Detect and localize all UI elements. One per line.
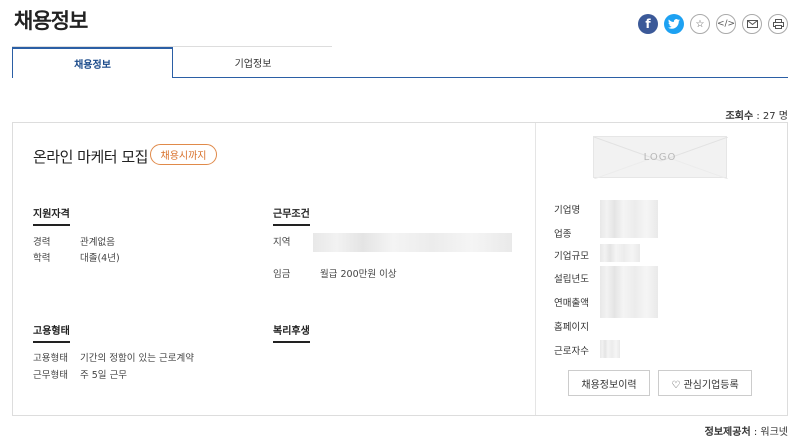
- location-label: 지역: [273, 237, 291, 248]
- code-icon[interactable]: </>: [716, 14, 736, 34]
- twitter-icon[interactable]: [664, 14, 684, 34]
- tab-company-info[interactable]: 기업정보: [173, 47, 333, 78]
- info-source: 정보제공처 : 워크넷: [705, 423, 788, 438]
- employment-heading: 고용형태: [33, 322, 70, 343]
- view-count-label: 조회수: [725, 111, 754, 122]
- company-details-redacted: [600, 266, 658, 318]
- employees-redacted: [600, 340, 620, 358]
- employment-type-label: 고용형태: [33, 353, 68, 364]
- page-title: 채용정보: [14, 9, 88, 33]
- qualifications-heading: 지원자격: [33, 205, 70, 226]
- info-source-label: 정보제공처: [704, 427, 751, 438]
- employment-type-value: 기간의 정함이 있는 근로계약: [80, 353, 194, 364]
- view-count: 조회수 : 27 명: [726, 107, 788, 122]
- print-icon[interactable]: [768, 14, 788, 34]
- facebook-icon[interactable]: f: [638, 14, 658, 34]
- work-type-value: 주 5일 근무: [80, 370, 128, 381]
- company-info-redacted: [600, 200, 658, 238]
- location-value-redacted: [313, 233, 512, 252]
- job-title: 온라인 마케터 모집: [33, 148, 148, 166]
- wage-label: 임금: [273, 269, 291, 280]
- wage-value: 월급 200만원 이상: [320, 269, 397, 280]
- career-label: 경력: [33, 237, 51, 248]
- conditions-heading: 근무조건: [273, 205, 310, 226]
- career-value: 관계없음: [80, 237, 115, 248]
- company-size-redacted: [600, 244, 640, 262]
- welfare-heading: 복리후생: [273, 322, 310, 343]
- industry-label: 업종: [554, 229, 572, 240]
- annual-sales-label: 연매출액: [554, 298, 589, 309]
- work-type-label: 근무형태: [33, 370, 68, 381]
- homepage-label: 홈페이지: [554, 322, 589, 333]
- view-count-value: : 27 명: [756, 111, 788, 122]
- education-value: 대졸(4년): [80, 253, 120, 264]
- favorite-company-button[interactable]: ♡ 관심기업등록: [658, 370, 752, 396]
- logo-text: LOGO: [643, 151, 677, 163]
- card-divider: [535, 123, 536, 415]
- job-history-button[interactable]: 채용정보이력: [568, 370, 650, 396]
- info-source-value: : 워크넷: [753, 427, 788, 438]
- company-name-label: 기업명: [554, 205, 581, 216]
- star-icon[interactable]: ☆: [690, 14, 710, 34]
- founded-year-label: 설립년도: [554, 274, 589, 285]
- company-size-label: 기업규모: [554, 251, 589, 262]
- company-logo: LOGO: [593, 136, 728, 179]
- employees-label: 근로자수: [554, 346, 589, 357]
- education-label: 학력: [33, 253, 51, 264]
- mail-icon[interactable]: [742, 14, 762, 34]
- tab-job-info[interactable]: 채용정보: [12, 47, 173, 78]
- deadline-badge: 채용시까지: [150, 144, 217, 165]
